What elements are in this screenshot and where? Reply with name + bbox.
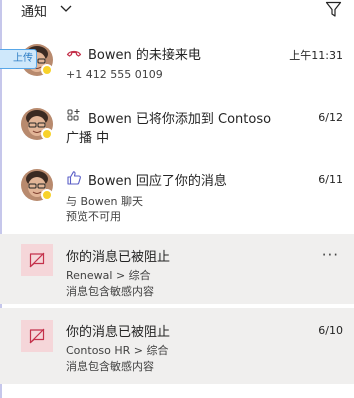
notification-item[interactable]: 你的消息已被阻止 Contoso HR > 综合 消息包含敏感内容 6/10 (0, 308, 354, 384)
notification-date: 6/11 (318, 173, 343, 186)
add-people-icon (67, 109, 80, 121)
avatar (21, 108, 55, 142)
notification-preview: 消息包含敏感内容 (66, 285, 154, 298)
notification-subtitle: Contoso HR > 综合 (66, 344, 169, 357)
notification-date: 上午11:31 (289, 49, 343, 62)
avatar (21, 169, 55, 203)
like-icon (67, 171, 81, 185)
notification-preview: 消息包含敏感内容 (66, 360, 154, 373)
notification-title: 你的消息已被阻止 (66, 250, 171, 265)
notification-preview: 预览不可用 (66, 210, 121, 223)
notification-date: 6/10 (318, 324, 343, 337)
notification-item[interactable]: 你的消息已被阻止 Renewal > 综合 消息包含敏感内容 ··· (0, 234, 354, 304)
notification-date: 6/12 (318, 111, 343, 124)
notification-subtitle: 与 Bowen 聊天 (66, 195, 144, 208)
notification-item[interactable]: Bowen 回应了你的消息 与 Bowen 聊天 预览不可用 6/11 (0, 160, 354, 228)
notification-title: Bowen 已将你添加到 Contoso (88, 112, 272, 127)
notification-subtitle: +1 412 555 0109 (66, 68, 163, 81)
blocked-message-icon (21, 244, 53, 276)
feed-filter-title[interactable]: 通知 (21, 1, 47, 20)
away-status-icon (41, 128, 53, 140)
away-status-icon (41, 64, 53, 76)
activity-header: 通知 (0, 0, 354, 28)
blocked-message-icon-glyph (29, 252, 45, 268)
notification-title: Bowen 回应了你的消息 (88, 174, 227, 189)
upload-badge[interactable]: 上传 (0, 49, 37, 69)
chevron-down-icon[interactable] (60, 4, 72, 14)
more-options-button[interactable]: ··· (322, 248, 339, 263)
filter-icon[interactable] (325, 1, 342, 18)
notification-item[interactable]: Bowen 的未接来电 +1 412 555 0109 上午11:31 (0, 32, 354, 92)
notification-item[interactable]: Bowen 已将你添加到 Contoso 广播 中 6/12 (0, 96, 354, 156)
blocked-message-icon-glyph (29, 328, 45, 344)
notification-title: Bowen 的未接来电 (88, 48, 201, 63)
away-status-icon (41, 189, 53, 201)
blocked-message-icon (21, 320, 53, 352)
notification-subtitle: 广播 中 (66, 131, 110, 146)
notification-title: 你的消息已被阻止 (66, 325, 171, 340)
missed-call-icon (66, 50, 82, 57)
notification-subtitle: Renewal > 综合 (66, 269, 151, 282)
